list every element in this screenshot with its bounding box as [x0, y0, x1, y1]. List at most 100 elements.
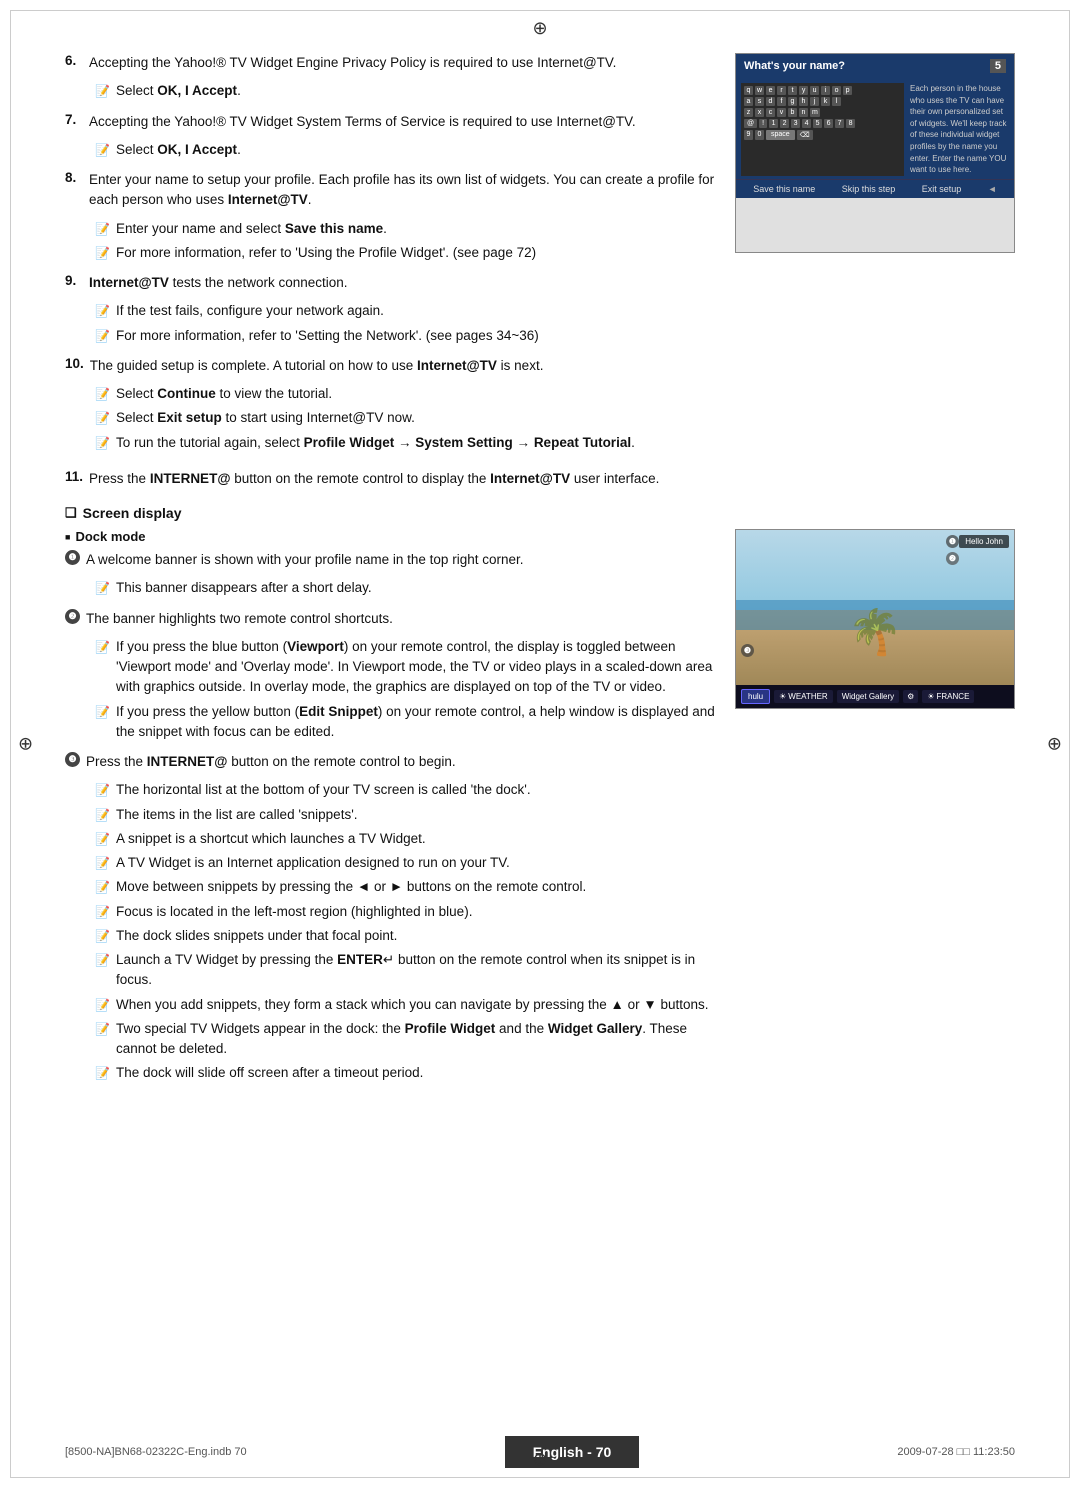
- key: a: [744, 97, 753, 106]
- step-8-note-1-text: Enter your name and select Save this nam…: [116, 219, 715, 239]
- dock-note-8: 📝 Launch a TV Widget by pressing the ENT…: [95, 950, 715, 991]
- dock-note-6-text: Focus is located in the left-most region…: [116, 902, 715, 922]
- step-9: 9. Internet@TV tests the network connect…: [65, 273, 715, 293]
- key: e: [766, 86, 775, 95]
- dock-note-5: 📝 Move between snippets by pressing the …: [95, 877, 715, 897]
- overlay-badge-2: ❷: [946, 552, 959, 565]
- step-8-text: Enter your name to setup your profile. E…: [89, 170, 715, 211]
- steps-left-col: 6. Accepting the Yahoo!® TV Widget Engin…: [65, 53, 715, 463]
- note-icon-d3-10: 📝: [95, 1020, 111, 1038]
- note-icon-8-1: 📝: [95, 220, 111, 238]
- dialog-screenshot: What's your name? 5 q w e r t y u: [735, 53, 1015, 253]
- key: l: [832, 97, 841, 106]
- compass-left-icon: ⊕: [18, 734, 33, 755]
- step-10-note-3-text: To run the tutorial again, select Profil…: [116, 433, 715, 453]
- key: g: [788, 97, 797, 106]
- compass-bottom-icon: ⊕: [532, 1449, 547, 1470]
- dock-badge-3: ❸: [65, 752, 80, 767]
- france-icon: ☀: [927, 692, 934, 701]
- key: 4: [802, 119, 811, 128]
- weather-icon: ☀: [779, 692, 786, 701]
- step-7-block: 7. Accepting the Yahoo!® TV Widget Syste…: [65, 112, 715, 161]
- dock-snippet-weather: ☀ WEATHER: [774, 690, 833, 703]
- step-11-num: 11.: [65, 469, 83, 489]
- screen-display-section: Screen display Dock mode ❶ A welcome ban…: [65, 505, 1015, 1094]
- dock-snippet-settings: ⚙: [903, 690, 918, 703]
- dock-item-1: ❶ A welcome banner is shown with your pr…: [65, 550, 715, 570]
- note-icon-7-1: 📝: [95, 141, 111, 159]
- overlay-badge-3: ❸: [741, 644, 754, 657]
- dock-note-8-text: Launch a TV Widget by pressing the ENTER…: [116, 950, 715, 991]
- dock-snippet-widget-gallery: Widget Gallery: [837, 690, 899, 703]
- overlay-badge-1: ❶: [946, 535, 959, 548]
- dialog-sidebar-text: Each person in the house who uses the TV…: [904, 83, 1009, 176]
- key: d: [766, 97, 775, 106]
- dock-item-2-note-1-text: If you press the blue button (Viewport) …: [116, 637, 715, 698]
- note-icon-10-3: 📝: [95, 434, 111, 452]
- dock-item-1-note-1-text: This banner disappears after a short del…: [116, 578, 715, 598]
- hello-badge: Hello John: [959, 535, 1009, 548]
- step-7-note-1-text: Select OK, I Accept.: [116, 140, 715, 160]
- dock-screenshot: 🌴 Hello John ❶ ❷ ❸ hulu ☀: [735, 529, 1015, 709]
- compass-right-icon: ⊕: [1047, 734, 1062, 755]
- step-11: 11. Press the INTERNET@ button on the re…: [65, 469, 1015, 489]
- step-10-num: 10.: [65, 356, 84, 376]
- step-10: 10. The guided setup is complete. A tuto…: [65, 356, 715, 376]
- note-icon-d3-11: 📝: [95, 1064, 111, 1082]
- btn-save-name: Save this name: [753, 184, 815, 194]
- step-9-note-2-text: For more information, refer to 'Setting …: [116, 326, 715, 346]
- dock-note-5-text: Move between snippets by pressing the ◄ …: [116, 877, 715, 897]
- key: 5: [813, 119, 822, 128]
- key: 1: [769, 119, 778, 128]
- steps-section: 6. Accepting the Yahoo!® TV Widget Engin…: [65, 53, 1015, 463]
- note-icon-d3-3: 📝: [95, 830, 111, 848]
- dock-note-1-text: The horizontal list at the bottom of you…: [116, 780, 715, 800]
- key: v: [777, 108, 786, 117]
- dock-mode-heading: Dock mode: [65, 529, 715, 544]
- key: t: [788, 86, 797, 95]
- step-10-note-2: 📝 Select Exit setup to start using Inter…: [95, 408, 715, 428]
- step-8-note-2: 📝 For more information, refer to 'Using …: [95, 243, 715, 263]
- key: f: [777, 97, 786, 106]
- dock-note-2: 📝 The items in the list are called 'snip…: [95, 805, 715, 825]
- note-icon-9-1: 📝: [95, 302, 111, 320]
- key-space: space: [766, 130, 795, 140]
- btn-exit-setup: Exit setup: [922, 184, 962, 194]
- step-7: 7. Accepting the Yahoo!® TV Widget Syste…: [65, 112, 715, 132]
- step-6-note-1: 📝 Select OK, I Accept.: [95, 81, 715, 101]
- note-icon-9-2: 📝: [95, 327, 111, 345]
- dock-item-2-block: ❷ The banner highlights two remote contr…: [65, 609, 715, 743]
- key: y: [799, 86, 808, 95]
- dock-note-10-text: Two special TV Widgets appear in the doc…: [116, 1019, 715, 1060]
- screen-display-two-col: Dock mode ❶ A welcome banner is shown wi…: [65, 529, 1015, 1094]
- dialog-screenshot-col: What's your name? 5 q w e r t y u: [735, 53, 1015, 463]
- step-9-note-1: 📝 If the test fails, configure your netw…: [95, 301, 715, 321]
- dock-note-3: 📝 A snippet is a shortcut which launches…: [95, 829, 715, 849]
- note-icon-10-1: 📝: [95, 385, 111, 403]
- step-6-num: 6.: [65, 53, 83, 73]
- note-icon-6-1: 📝: [95, 82, 111, 100]
- key: u: [810, 86, 819, 95]
- dock-item-1-text: A welcome banner is shown with your prof…: [86, 550, 715, 570]
- main-content: 6. Accepting the Yahoo!® TV Widget Engin…: [0, 0, 1080, 1210]
- step-9-text: Internet@TV tests the network connection…: [89, 273, 715, 293]
- note-icon-d3-1: 📝: [95, 781, 111, 799]
- step-9-note-1-text: If the test fails, configure your networ…: [116, 301, 715, 321]
- key: 2: [780, 119, 789, 128]
- key: q: [744, 86, 753, 95]
- france-label: FRANCE: [937, 692, 970, 701]
- step-10-text: The guided setup is complete. A tutorial…: [90, 356, 715, 376]
- step-6-text: Accepting the Yahoo!® TV Widget Engine P…: [89, 53, 715, 73]
- note-icon-d3-8: 📝: [95, 951, 111, 969]
- note-icon-d3-4: 📝: [95, 854, 111, 872]
- step-8-num: 8.: [65, 170, 83, 211]
- note-icon-d1-1: 📝: [95, 579, 111, 597]
- step-10-note-1-text: Select Continue to view the tutorial.: [116, 384, 715, 404]
- dock-screenshot-col: 🌴 Hello John ❶ ❷ ❸ hulu ☀: [735, 529, 1015, 1094]
- key: b: [788, 108, 797, 117]
- btn-skip: Skip this step: [842, 184, 896, 194]
- dock-badge-1: ❶: [65, 550, 80, 565]
- dock-note-4: 📝 A TV Widget is an Internet application…: [95, 853, 715, 873]
- step-11-text: Press the INTERNET@ button on the remote…: [89, 469, 1015, 489]
- note-icon-d2-1: 📝: [95, 638, 111, 656]
